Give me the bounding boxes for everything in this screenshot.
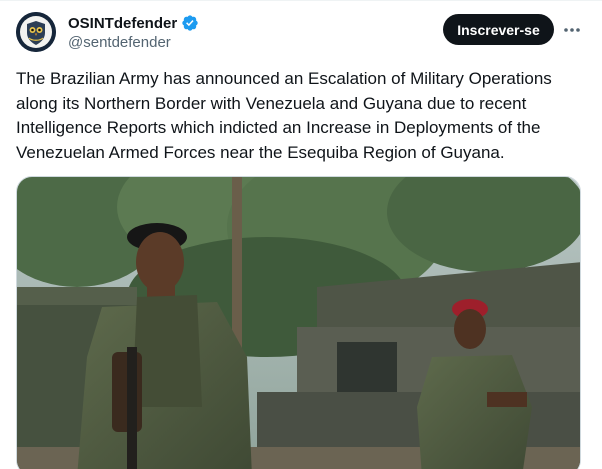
verified-badge-icon — [181, 14, 199, 32]
author-avatar[interactable] — [16, 12, 56, 52]
owl-shield-avatar-icon — [16, 12, 56, 52]
author-handle[interactable]: @sentdefender — [68, 34, 199, 51]
tweet-photo[interactable] — [16, 176, 581, 469]
subscribe-button[interactable]: Inscrever-se — [443, 14, 554, 45]
author-display-name[interactable]: OSINTdefender — [68, 15, 177, 32]
tweet-text: The Brazilian Army has announced an Esca… — [16, 69, 552, 162]
author-info: OSINTdefender @sentdefender — [68, 13, 199, 51]
more-options-icon — [564, 28, 580, 32]
soldiers-photo — [17, 177, 580, 469]
more-options-button[interactable] — [558, 17, 586, 43]
tweet-card: OSINTdefender @sentdefender Inscrever-se… — [0, 0, 602, 469]
